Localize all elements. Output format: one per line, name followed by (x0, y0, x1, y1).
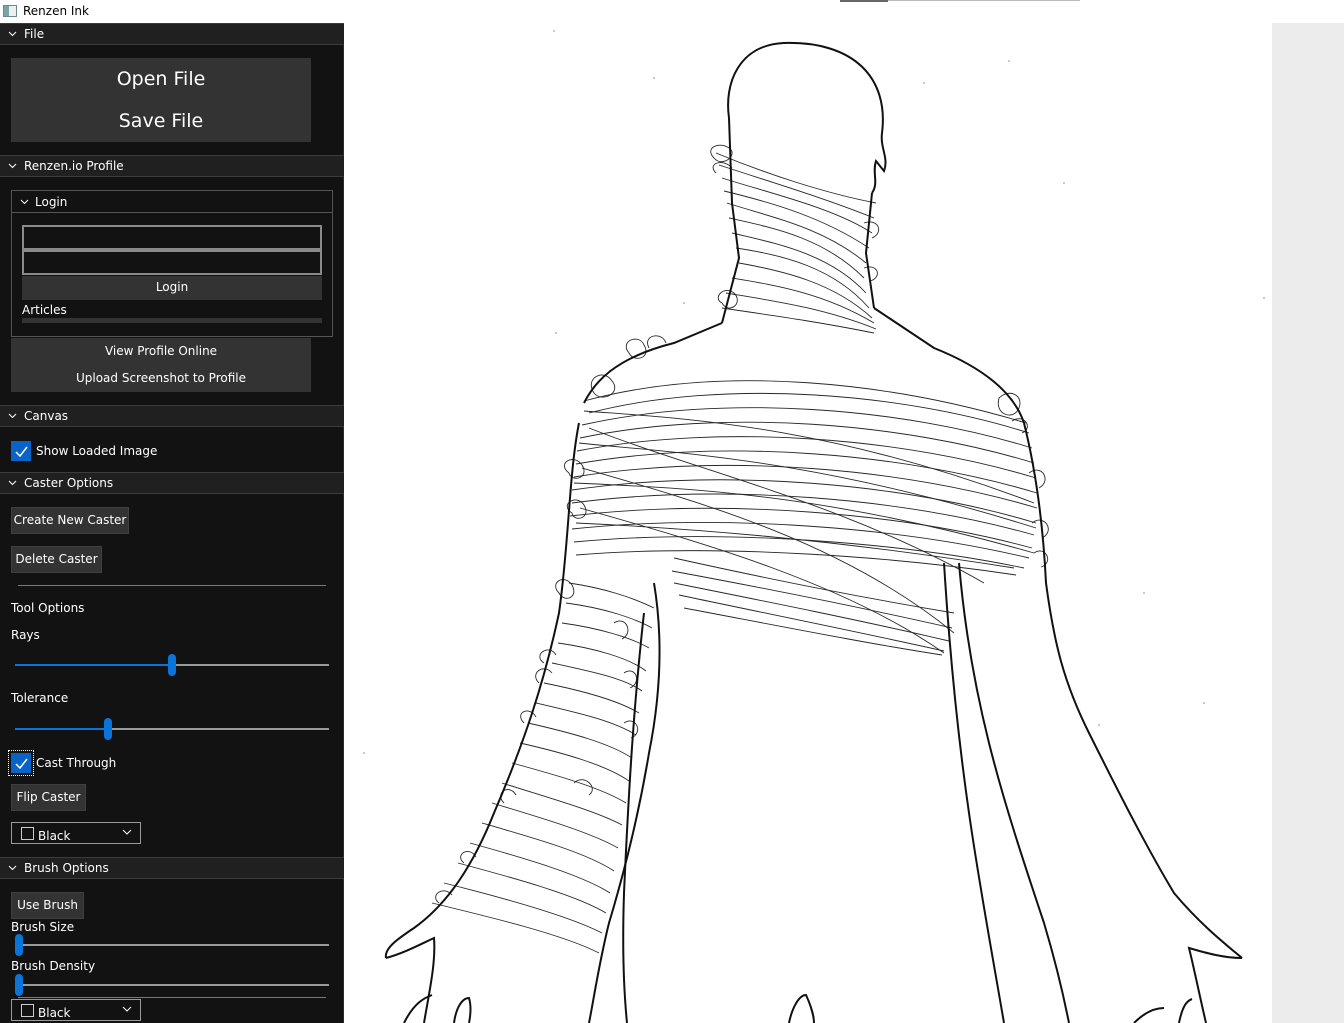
login-group-title: Login (35, 195, 68, 209)
password-input[interactable] (22, 250, 322, 275)
app-icon (3, 5, 17, 17)
chevron-down-icon (8, 163, 17, 169)
login-group-header[interactable]: Login (12, 191, 332, 213)
brush-density-slider[interactable] (15, 974, 329, 996)
use-brush-button[interactable]: Use Brush (11, 892, 84, 919)
tool-options-label: Tool Options (11, 601, 85, 615)
show-loaded-image-label: Show Loaded Image (36, 444, 158, 458)
tolerance-label: Tolerance (11, 691, 69, 705)
rays-slider-fill (15, 664, 172, 666)
window-title: Renzen Ink (23, 4, 89, 18)
checkmark-icon (15, 446, 28, 458)
upload-screenshot-button[interactable]: Upload Screenshot to Profile (11, 365, 311, 392)
brush-density-slider-thumb[interactable] (15, 974, 23, 996)
save-file-button[interactable]: Save File (11, 100, 311, 142)
canvas-section-header[interactable]: Canvas (0, 405, 344, 427)
figure-line-art (363, 30, 1265, 1023)
scrollbar-area[interactable] (1272, 23, 1344, 1023)
brush-section-title: Brush Options (24, 861, 109, 875)
delete-caster-button[interactable]: Delete Caster (11, 546, 102, 573)
divider (18, 997, 326, 998)
rays-label: Rays (11, 628, 40, 642)
create-caster-button[interactable]: Create New Caster (11, 507, 129, 534)
brush-color-value: Black (38, 1006, 71, 1020)
profile-section-title: Renzen.io Profile (24, 159, 124, 173)
divider (18, 585, 326, 586)
open-file-button[interactable]: Open File (11, 58, 311, 100)
sidebar: File Open File Save File Renzen.io Profi… (0, 23, 344, 1023)
tolerance-slider-fill (15, 728, 108, 730)
file-section-header[interactable]: File (0, 23, 344, 45)
caster-section-header[interactable]: Caster Options (0, 472, 344, 494)
top-tab-line (888, 0, 1080, 1)
brush-size-label: Brush Size (11, 920, 75, 934)
brush-density-label: Brush Density (11, 959, 96, 973)
caster-color-select[interactable]: Black (11, 822, 141, 844)
checkmark-icon (15, 758, 28, 770)
login-button[interactable]: Login (22, 276, 322, 300)
caster-section-title: Caster Options (24, 476, 114, 490)
chevron-down-icon (122, 1006, 132, 1012)
brush-section-header[interactable]: Brush Options (0, 857, 344, 879)
username-input[interactable] (22, 225, 322, 250)
color-swatch (21, 827, 34, 840)
tolerance-slider-thumb[interactable] (104, 718, 112, 740)
brush-size-slider-thumb[interactable] (15, 934, 23, 956)
profile-section-header[interactable]: Renzen.io Profile (0, 155, 344, 177)
chevron-down-icon (122, 829, 132, 835)
caster-color-value: Black (38, 829, 71, 843)
flip-caster-button[interactable]: Flip Caster (11, 784, 86, 811)
show-loaded-image-checkbox[interactable] (11, 441, 31, 461)
chevron-down-icon (8, 31, 17, 37)
cast-through-label: Cast Through (36, 756, 117, 770)
rays-slider-thumb[interactable] (168, 654, 176, 676)
color-swatch (21, 1004, 34, 1017)
drawing-canvas[interactable] (344, 23, 1272, 1023)
brush-size-slider[interactable] (15, 934, 329, 956)
chevron-down-icon (20, 199, 29, 205)
tolerance-slider[interactable] (15, 718, 329, 740)
brush-color-select[interactable]: Black (11, 999, 141, 1021)
file-section-title: File (24, 27, 45, 41)
view-profile-button[interactable]: View Profile Online (11, 338, 311, 365)
chevron-down-icon (8, 480, 17, 486)
title-bar: Renzen Ink (0, 0, 1344, 23)
cast-through-checkbox[interactable] (8, 750, 34, 776)
canvas-section-title: Canvas (24, 409, 69, 423)
top-tab-indicator (840, 0, 888, 2)
chevron-down-icon (8, 413, 17, 419)
login-group: Login Login Articles (11, 190, 333, 337)
articles-list[interactable] (22, 318, 322, 323)
rays-slider[interactable] (15, 654, 329, 676)
chevron-down-icon (8, 865, 17, 871)
articles-label: Articles (22, 303, 67, 317)
